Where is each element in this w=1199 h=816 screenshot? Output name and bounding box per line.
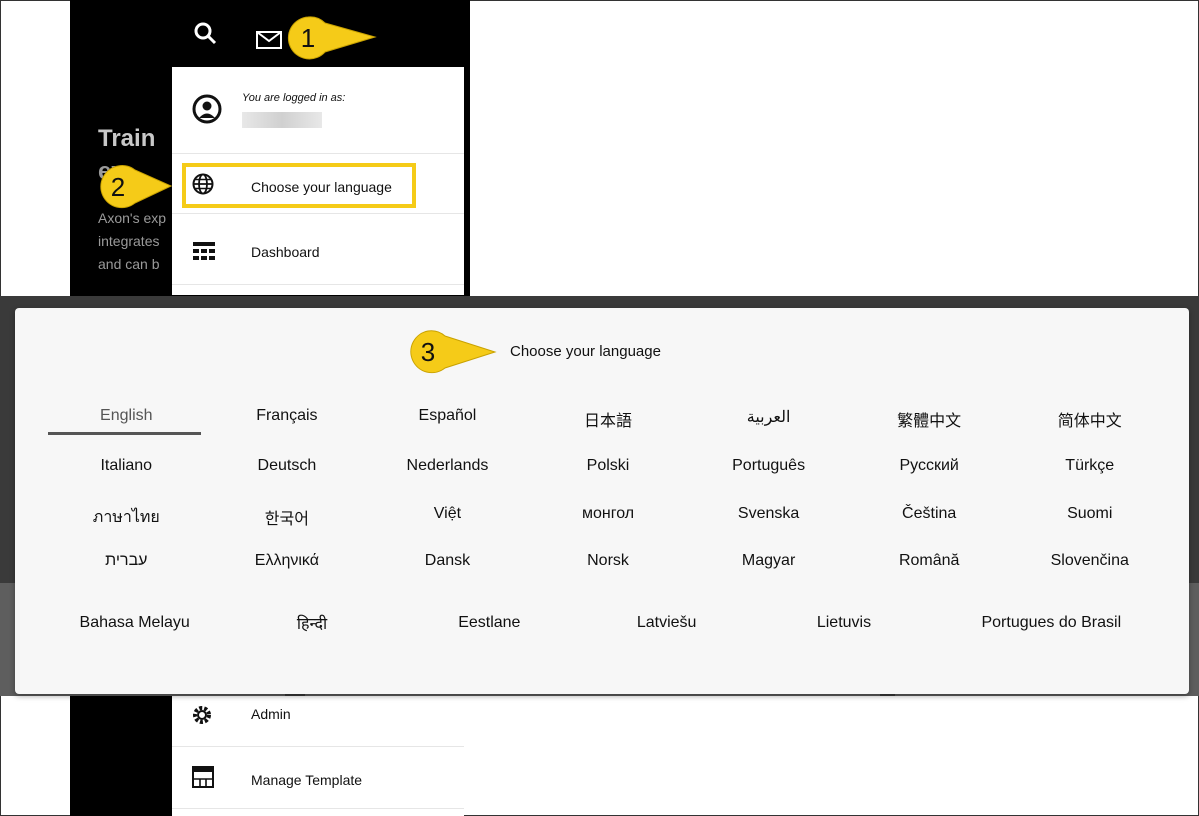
language-option[interactable]: Español bbox=[367, 407, 528, 431]
language-option[interactable]: हिन्दी bbox=[223, 612, 400, 634]
language-option[interactable]: Eestlane bbox=[401, 614, 578, 632]
language-option[interactable]: Svenska bbox=[688, 505, 849, 530]
menu-item-admin[interactable]: Admin bbox=[172, 696, 464, 747]
language-option[interactable]: Deutsch bbox=[207, 457, 368, 475]
language-option[interactable]: ภาษาไทย bbox=[46, 505, 207, 530]
language-row: עברית Ελληνικά Dansk Norsk Magyar Română… bbox=[46, 552, 1170, 570]
grid-icon bbox=[193, 242, 215, 267]
language-option[interactable]: Ελληνικά bbox=[207, 552, 368, 570]
language-option[interactable]: 繁體中文 bbox=[849, 407, 1010, 431]
background-page-title: Train bbox=[98, 125, 156, 152]
redacted-username bbox=[242, 112, 322, 128]
user-info-row: You are logged in as: bbox=[172, 67, 464, 154]
language-option[interactable]: Slovenčina bbox=[1009, 552, 1170, 570]
language-option[interactable]: עברית bbox=[46, 552, 207, 570]
callout-number: 2 bbox=[110, 172, 126, 202]
language-option[interactable]: Việt bbox=[367, 505, 528, 530]
language-option-english[interactable]: English bbox=[46, 407, 207, 431]
language-row: English Français Español 日本語 العربية 繁體中… bbox=[46, 407, 1170, 431]
language-option[interactable]: Dansk bbox=[367, 552, 528, 570]
language-option[interactable]: Nederlands bbox=[367, 457, 528, 475]
language-row: Bahasa Melayu हिन्दी Eestlane Latviešu L… bbox=[46, 598, 1170, 648]
language-row: Italiano Deutsch Nederlands Polski Portu… bbox=[46, 457, 1170, 475]
menu-item-label: Manage Template bbox=[251, 772, 363, 788]
callout-number: 1 bbox=[300, 23, 316, 53]
language-option[interactable]: Français bbox=[207, 407, 368, 431]
language-option[interactable]: 简体中文 bbox=[1009, 407, 1170, 431]
header-right-strip bbox=[430, 0, 464, 67]
callout-1: 1 bbox=[285, 14, 377, 60]
language-option[interactable]: Magyar bbox=[688, 552, 849, 570]
menu-item-label: Dashboard bbox=[251, 244, 320, 260]
language-option[interactable]: Bahasa Melayu bbox=[46, 614, 223, 632]
menu-item-dashboard[interactable]: Dashboard bbox=[172, 213, 464, 285]
user-avatar-icon bbox=[192, 94, 222, 129]
language-option[interactable]: Latviešu bbox=[578, 614, 755, 632]
user-menu-dropdown-lower: Admin Manage Template bbox=[172, 696, 464, 816]
language-modal: Choose your language English Français Es… bbox=[15, 308, 1189, 694]
language-option[interactable]: Türkçe bbox=[1009, 457, 1170, 475]
selected-language-underline bbox=[48, 432, 201, 435]
language-option[interactable]: монгол bbox=[528, 505, 689, 530]
language-option[interactable]: Română bbox=[849, 552, 1010, 570]
language-option[interactable]: Čeština bbox=[849, 505, 1010, 530]
background-text-line: integrates bbox=[98, 233, 160, 249]
gear-icon bbox=[191, 704, 213, 731]
template-icon bbox=[192, 766, 214, 793]
language-option[interactable]: Lietuvis bbox=[755, 614, 932, 632]
language-option[interactable]: Portugues do Brasil bbox=[933, 612, 1170, 634]
language-option[interactable]: Português bbox=[688, 457, 849, 475]
callout-3: 3 bbox=[405, 328, 497, 374]
hamburger-menu-icon[interactable] bbox=[385, 24, 411, 50]
callout-2: 2 bbox=[95, 163, 173, 209]
language-option[interactable]: 日本語 bbox=[528, 407, 689, 431]
language-option[interactable]: 한국어 bbox=[207, 505, 368, 530]
language-option[interactable]: Suomi bbox=[1009, 505, 1170, 530]
language-option[interactable]: Русский bbox=[849, 457, 1010, 475]
background-text-line: and can b bbox=[98, 256, 160, 272]
search-icon[interactable] bbox=[193, 21, 217, 49]
language-option[interactable]: Polski bbox=[528, 457, 689, 475]
mail-icon[interactable] bbox=[256, 27, 282, 53]
modal-title: Choose your language bbox=[510, 343, 661, 360]
page-side-background bbox=[70, 696, 172, 816]
language-option[interactable]: Italiano bbox=[46, 457, 207, 475]
language-option[interactable]: العربية bbox=[688, 407, 849, 431]
menu-item-label: Admin bbox=[251, 706, 291, 722]
logged-in-label: You are logged in as: bbox=[242, 92, 346, 104]
menu-item-manage-template[interactable]: Manage Template bbox=[172, 746, 464, 809]
callout-number: 3 bbox=[420, 337, 436, 367]
highlight-choose-language bbox=[182, 163, 416, 208]
language-option[interactable]: Norsk bbox=[528, 552, 689, 570]
language-row: ภาษาไทย 한국어 Việt монгол Svenska Čeština … bbox=[46, 505, 1170, 530]
